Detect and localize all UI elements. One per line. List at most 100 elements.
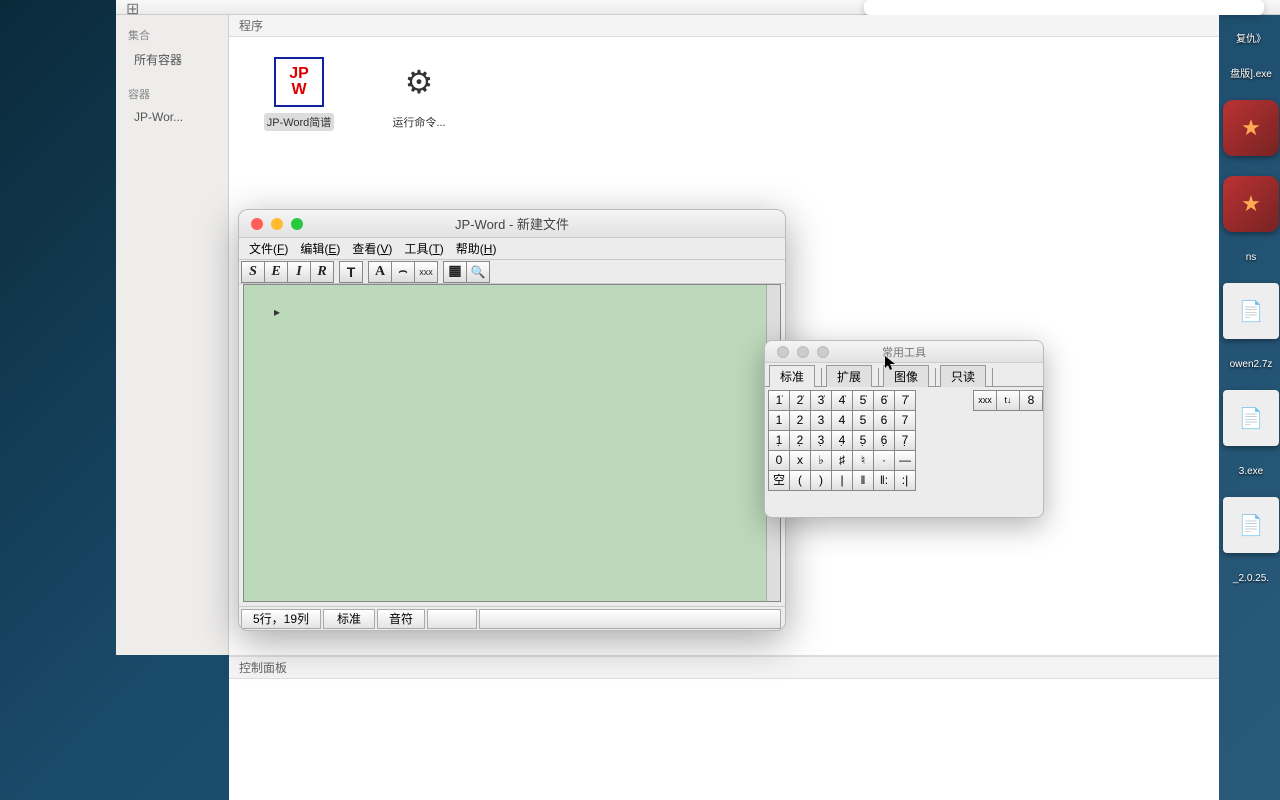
- note-btn-1-1[interactable]: 2: [789, 410, 811, 431]
- desktop-file-icon[interactable]: 📄: [1223, 497, 1279, 553]
- note-btn-0-0[interactable]: 1̇: [768, 390, 790, 411]
- tb-s[interactable]: S: [241, 261, 265, 283]
- status-empty1: [427, 609, 477, 629]
- tools-max[interactable]: [817, 346, 829, 358]
- tb-e[interactable]: E: [264, 261, 288, 283]
- note-btn-1-4[interactable]: 5: [852, 410, 874, 431]
- note-btn-1-0[interactable]: 1: [768, 410, 790, 431]
- maximize-button[interactable]: [291, 218, 303, 230]
- desktop-file-label[interactable]: ns: [1246, 252, 1257, 263]
- titlebar[interactable]: JP-Word - 新建文件: [239, 210, 785, 238]
- note-btn-3-4[interactable]: ♮: [852, 450, 874, 471]
- menubar: 文件(F) 编辑(E) 查看(V) 工具(T) 帮助(H): [239, 238, 785, 260]
- desktop-file-label[interactable]: 盘版].exe: [1230, 65, 1272, 80]
- tb-t[interactable]: T: [339, 261, 363, 283]
- tools-min[interactable]: [797, 346, 809, 358]
- sidebar-item-all-containers[interactable]: 所有容器: [116, 47, 228, 72]
- menu-view[interactable]: 查看(V): [348, 239, 396, 258]
- note-btn-0-1[interactable]: 2̇: [789, 390, 811, 411]
- note-btn-1-6[interactable]: 7: [894, 410, 916, 431]
- tab-extended[interactable]: 扩展: [826, 365, 872, 387]
- note-btn-1-2[interactable]: 3: [810, 410, 832, 431]
- menu-icon[interactable]: ⊞: [126, 0, 142, 15]
- gear-icon: ⚙: [394, 57, 444, 107]
- desktop-game-icon[interactable]: ★: [1223, 100, 1279, 156]
- sidebar-item-jpword[interactable]: JP-Wor...: [116, 106, 228, 128]
- search-bar[interactable]: [864, 0, 1264, 15]
- extra-xxx[interactable]: xxx: [973, 390, 997, 411]
- tools-titlebar[interactable]: 常用工具: [765, 341, 1043, 363]
- apps-row: JPW JP-Word简谱 ⚙ 运行命令...: [229, 37, 1219, 151]
- note-btn-4-4[interactable]: ‖: [852, 470, 874, 491]
- desktop-file-label[interactable]: owen2.7z: [1230, 359, 1273, 370]
- sidebar-group-containers: 容器: [116, 82, 228, 106]
- note-btn-4-3[interactable]: |: [831, 470, 853, 491]
- statusbar: 5行，19列 标准 音符: [239, 606, 785, 630]
- canvas-content: ▸: [244, 285, 780, 339]
- tb-grid[interactable]: ▦: [443, 261, 467, 283]
- note-btn-0-6[interactable]: 7̇: [894, 390, 916, 411]
- desktop-game-icon[interactable]: ★: [1223, 176, 1279, 232]
- note-btn-0-5[interactable]: 6̇: [873, 390, 895, 411]
- status-note: 音符: [377, 609, 425, 629]
- note-btn-2-0[interactable]: 1̣: [768, 430, 790, 451]
- note-btn-3-1[interactable]: x: [789, 450, 811, 471]
- section-control-header: 控制面板: [229, 656, 1219, 679]
- minimize-button[interactable]: [271, 218, 283, 230]
- extra-t[interactable]: t↓: [996, 390, 1020, 411]
- desktop-file-label[interactable]: _2.0.25.: [1233, 573, 1269, 584]
- status-mode: 标准: [323, 609, 375, 629]
- jpword-icon: JPW: [274, 57, 324, 107]
- extra-buttons: xxx t↓ 8: [974, 387, 1043, 495]
- note-btn-2-2[interactable]: 3̣: [810, 430, 832, 451]
- tb-a[interactable]: A: [368, 261, 392, 283]
- desktop-file-label[interactable]: 复仇》: [1236, 30, 1266, 45]
- tb-zoom[interactable]: 🔍: [466, 261, 490, 283]
- note-btn-2-1[interactable]: 2̣: [789, 430, 811, 451]
- canvas-area[interactable]: ▸: [243, 284, 781, 602]
- note-btn-3-6[interactable]: —: [894, 450, 916, 471]
- jpword-window: JP-Word - 新建文件 文件(F) 编辑(E) 查看(V) 工具(T) 帮…: [238, 209, 786, 631]
- note-btn-4-0[interactable]: 空: [768, 470, 790, 491]
- note-btn-3-5[interactable]: ·: [873, 450, 895, 471]
- note-btn-2-4[interactable]: 5̣: [852, 430, 874, 451]
- extra-8[interactable]: 8: [1019, 390, 1043, 411]
- tab-standard[interactable]: 标准: [769, 365, 815, 387]
- tab-readonly[interactable]: 只读: [940, 365, 986, 387]
- desktop-file-label[interactable]: 3.exe: [1239, 466, 1263, 477]
- note-btn-2-5[interactable]: 6̣: [873, 430, 895, 451]
- note-btn-1-5[interactable]: 6: [873, 410, 895, 431]
- note-btn-0-3[interactable]: 4̇: [831, 390, 853, 411]
- note-btn-2-6[interactable]: 7̣: [894, 430, 916, 451]
- desktop-file-icon[interactable]: 📄: [1223, 283, 1279, 339]
- status-position: 5行，19列: [241, 609, 321, 629]
- menu-help[interactable]: 帮助(H): [452, 239, 501, 258]
- tb-xxx[interactable]: xxx: [414, 261, 438, 283]
- note-btn-0-4[interactable]: 5̇: [852, 390, 874, 411]
- tb-arc[interactable]: ⌢: [391, 261, 415, 283]
- window-title: JP-Word - 新建文件: [239, 214, 785, 233]
- note-btn-1-3[interactable]: 4: [831, 410, 853, 431]
- menu-tools[interactable]: 工具(T): [400, 239, 447, 258]
- tb-r[interactable]: R: [310, 261, 334, 283]
- close-button[interactable]: [251, 218, 263, 230]
- note-btn-2-3[interactable]: 4̣: [831, 430, 853, 451]
- note-btn-4-5[interactable]: ‖:: [873, 470, 895, 491]
- app-run-command[interactable]: ⚙ 运行命令...: [379, 57, 459, 131]
- desktop-file-icon[interactable]: 📄: [1223, 390, 1279, 446]
- note-btn-3-2[interactable]: ♭: [810, 450, 832, 471]
- note-btn-3-0[interactable]: 0: [768, 450, 790, 471]
- note-btn-4-2[interactable]: ): [810, 470, 832, 491]
- note-btn-4-6[interactable]: :|: [894, 470, 916, 491]
- tab-image[interactable]: 图像: [883, 365, 929, 387]
- section-programs-header: 程序: [229, 15, 1219, 37]
- note-btn-3-3[interactable]: ♯: [831, 450, 853, 471]
- toolbar: S E I R T A ⌢ xxx ▦ 🔍: [239, 260, 785, 284]
- note-btn-4-1[interactable]: (: [789, 470, 811, 491]
- tb-i[interactable]: I: [287, 261, 311, 283]
- menu-edit[interactable]: 编辑(E): [296, 239, 344, 258]
- tools-close[interactable]: [777, 346, 789, 358]
- menu-file[interactable]: 文件(F): [245, 239, 292, 258]
- app-jpword[interactable]: JPW JP-Word简谱: [259, 57, 339, 131]
- note-btn-0-2[interactable]: 3̇: [810, 390, 832, 411]
